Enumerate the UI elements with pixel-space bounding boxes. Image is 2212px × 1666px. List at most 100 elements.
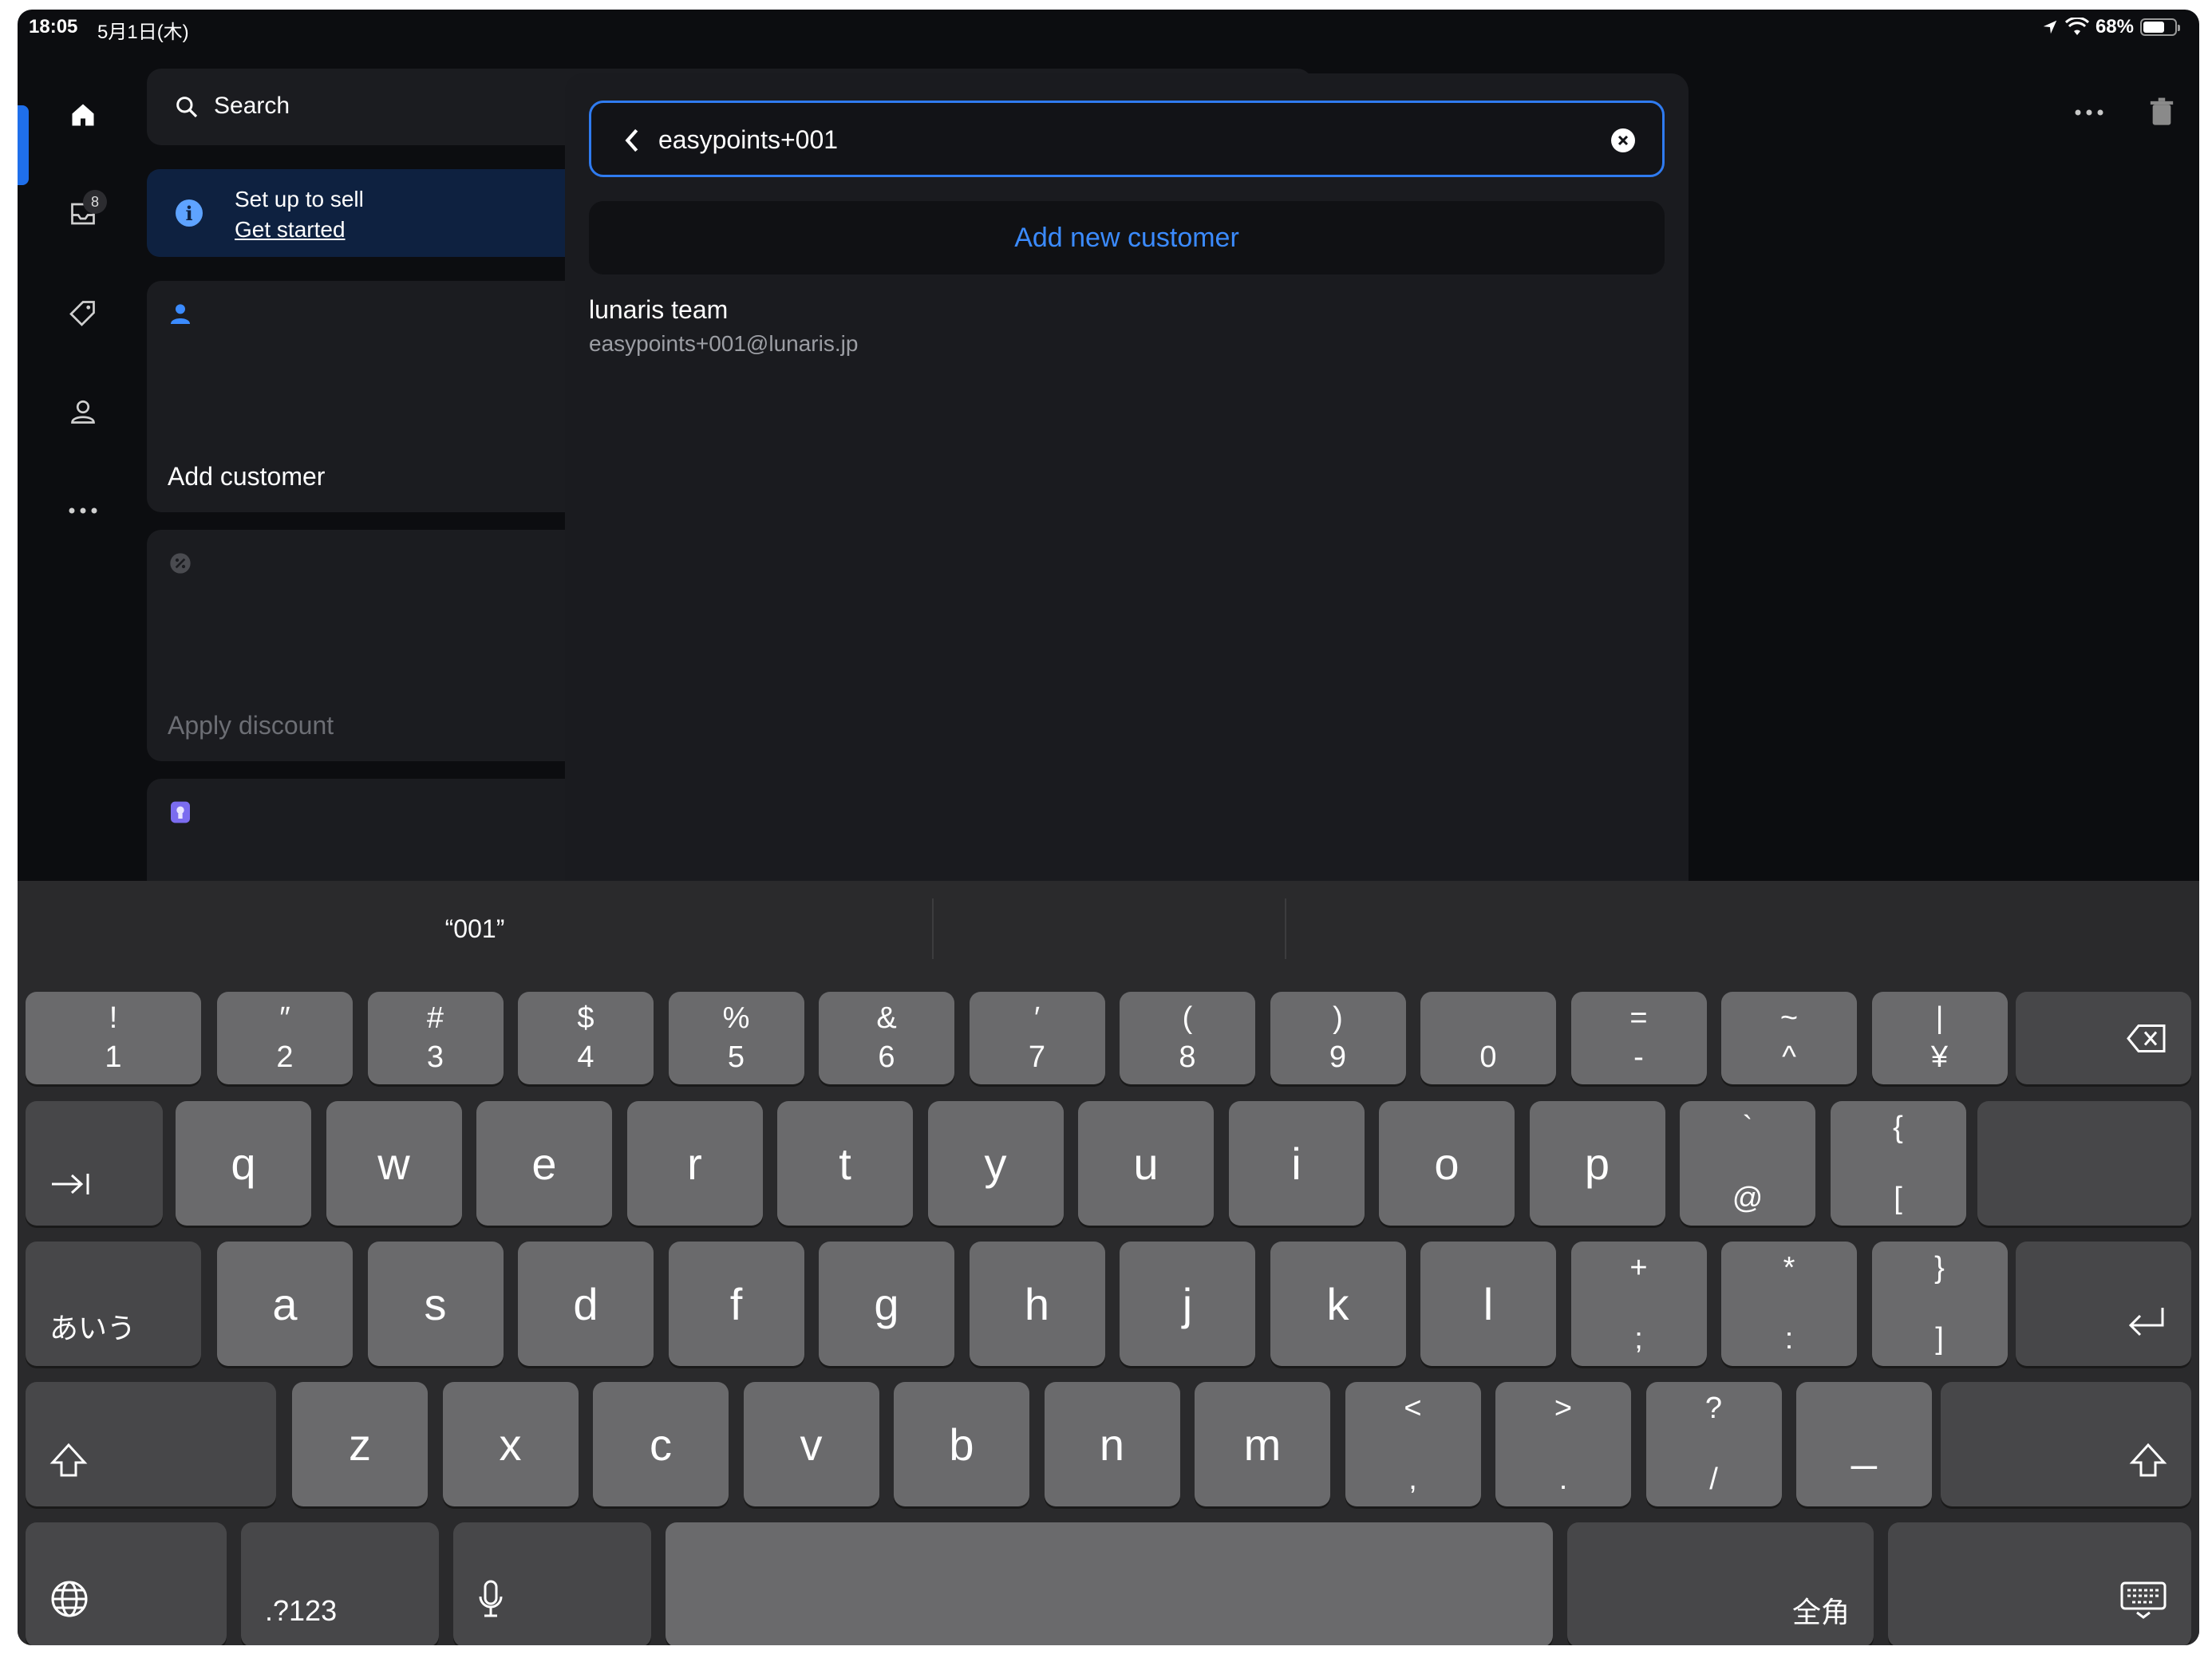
key-7[interactable]: ′ 7	[969, 992, 1105, 1084]
key-label: /	[1709, 1463, 1718, 1496]
discount-icon	[170, 553, 191, 574]
key-u[interactable]: u	[1078, 1101, 1214, 1226]
key-z[interactable]: z	[292, 1382, 428, 1506]
key-i[interactable]: i	[1228, 1101, 1365, 1226]
space-key[interactable]	[666, 1522, 1553, 1645]
key--[interactable]: = -	[1570, 992, 1707, 1084]
key-h[interactable]: h	[969, 1242, 1105, 1366]
dictation-key[interactable]	[453, 1522, 651, 1645]
search-label: Search	[214, 93, 290, 119]
key-label: 6	[878, 1040, 895, 1074]
key-[[interactable]: {[	[1830, 1101, 1966, 1226]
key-/[interactable]: ? /	[1645, 1382, 1782, 1506]
key-k[interactable]: k	[1270, 1242, 1406, 1366]
key-;[interactable]: +;	[1570, 1242, 1707, 1366]
numbers-key[interactable]: .?123	[241, 1522, 439, 1645]
key-a[interactable]: a	[217, 1242, 353, 1366]
sidebar-item-more[interactable]	[64, 492, 102, 530]
key-v[interactable]: v	[743, 1382, 879, 1506]
key-][interactable]: }]	[1871, 1242, 2008, 1366]
key-p[interactable]: p	[1529, 1101, 1665, 1226]
key-d[interactable]: d	[518, 1242, 654, 1366]
person-icon	[71, 400, 95, 424]
key-shift-label: #	[426, 1001, 444, 1035]
add-new-customer-button[interactable]: Add new customer	[589, 201, 1665, 274]
sidebar-item-inbox[interactable]: 8	[64, 190, 107, 233]
sidebar-item-items[interactable]	[64, 294, 102, 332]
key-label: 1	[105, 1040, 122, 1074]
key-label: ;	[1634, 1322, 1643, 1356]
info-icon: i	[176, 199, 203, 227]
key-6[interactable]: & 6	[819, 992, 954, 1084]
home-icon	[72, 104, 94, 126]
key-.[interactable]: >.	[1495, 1382, 1631, 1506]
key-¥[interactable]: | ¥	[1871, 992, 2008, 1084]
key-shift-label: +	[1629, 1251, 1648, 1285]
key-shift-label: <	[1404, 1392, 1422, 1425]
key-t[interactable]: t	[777, 1101, 913, 1226]
key-j[interactable]: j	[1120, 1242, 1255, 1366]
key-g[interactable]: g	[819, 1242, 954, 1366]
tab-key[interactable]	[26, 1101, 163, 1226]
key-f[interactable]: f	[668, 1242, 804, 1366]
suggestion-divider	[1285, 898, 1286, 959]
key-1[interactable]: ! 1	[26, 992, 201, 1084]
location-icon	[2043, 20, 2057, 34]
key-5[interactable]: % 5	[668, 992, 804, 1084]
shift-key-left[interactable]	[26, 1382, 276, 1506]
key-@[interactable]: ` @	[1680, 1101, 1815, 1226]
key-label: [	[1894, 1182, 1902, 1215]
suggestion-item[interactable]: “001”	[18, 881, 932, 977]
kana-switch-key[interactable]: あいう	[26, 1242, 201, 1366]
key-label: ^	[1782, 1040, 1796, 1074]
key-b[interactable]: b	[894, 1382, 1029, 1506]
more-options-icon[interactable]	[2073, 108, 2105, 117]
delete-icon	[2126, 1013, 2167, 1064]
search-value: easypoints+001	[658, 125, 839, 154]
key-3[interactable]: #3	[367, 992, 504, 1084]
chevron-left-icon[interactable]	[623, 127, 641, 154]
key-q[interactable]: q	[176, 1101, 311, 1226]
key-,[interactable]: <,	[1345, 1382, 1481, 1506]
key-shift-label: %	[722, 1001, 750, 1035]
key-c[interactable]: c	[593, 1382, 729, 1506]
shift-icon	[49, 1437, 88, 1489]
key-n[interactable]: n	[1044, 1382, 1180, 1506]
customer-search-input[interactable]: easypoints+001	[589, 101, 1665, 177]
sidebar-item-home[interactable]	[64, 96, 102, 134]
key-m[interactable]: m	[1195, 1382, 1330, 1506]
wifi-icon	[2064, 18, 2089, 35]
return-key[interactable]	[2016, 1242, 2191, 1366]
return-key-upper[interactable]	[1977, 1101, 2191, 1226]
person-icon	[171, 304, 190, 324]
key-:[interactable]: *:	[1721, 1242, 1857, 1366]
trash-icon[interactable]	[2148, 97, 2175, 128]
zenkaku-key[interactable]: 全角	[1567, 1522, 1874, 1645]
sidebar-item-customers[interactable]	[64, 393, 102, 431]
customer-result[interactable]: lunaris team easypoints+001@lunaris.jp	[589, 295, 858, 357]
delete-key[interactable]	[2016, 992, 2191, 1084]
key-w[interactable]: w	[326, 1101, 462, 1226]
key-8[interactable]: (8	[1120, 992, 1255, 1084]
key-e[interactable]: e	[476, 1101, 612, 1226]
key-r[interactable]: r	[626, 1101, 763, 1226]
key-4[interactable]: $4	[518, 992, 654, 1084]
key-0[interactable]: 0	[1420, 992, 1556, 1084]
key-y[interactable]: y	[927, 1101, 1064, 1226]
key-9[interactable]: ) 9	[1270, 992, 1406, 1084]
key-s[interactable]: s	[367, 1242, 504, 1366]
get-started-link[interactable]: Get started	[235, 217, 346, 243]
top-right-actions	[2073, 97, 2175, 128]
key-label: 9	[1329, 1040, 1347, 1074]
key-l[interactable]: l	[1420, 1242, 1556, 1366]
clear-search-icon[interactable]	[1611, 128, 1635, 152]
globe-key[interactable]	[26, 1522, 227, 1645]
key-^[interactable]: ~ ^	[1721, 992, 1857, 1084]
key-x[interactable]: x	[442, 1382, 579, 1506]
key-underscore[interactable]: _	[1796, 1382, 1932, 1506]
dismiss-keyboard-key[interactable]	[1888, 1522, 2191, 1645]
key-shift-label: ?	[1704, 1392, 1723, 1425]
key-2[interactable]: ″ 2	[217, 992, 353, 1084]
key-o[interactable]: o	[1379, 1101, 1515, 1226]
shift-key-right[interactable]	[1941, 1382, 2191, 1506]
